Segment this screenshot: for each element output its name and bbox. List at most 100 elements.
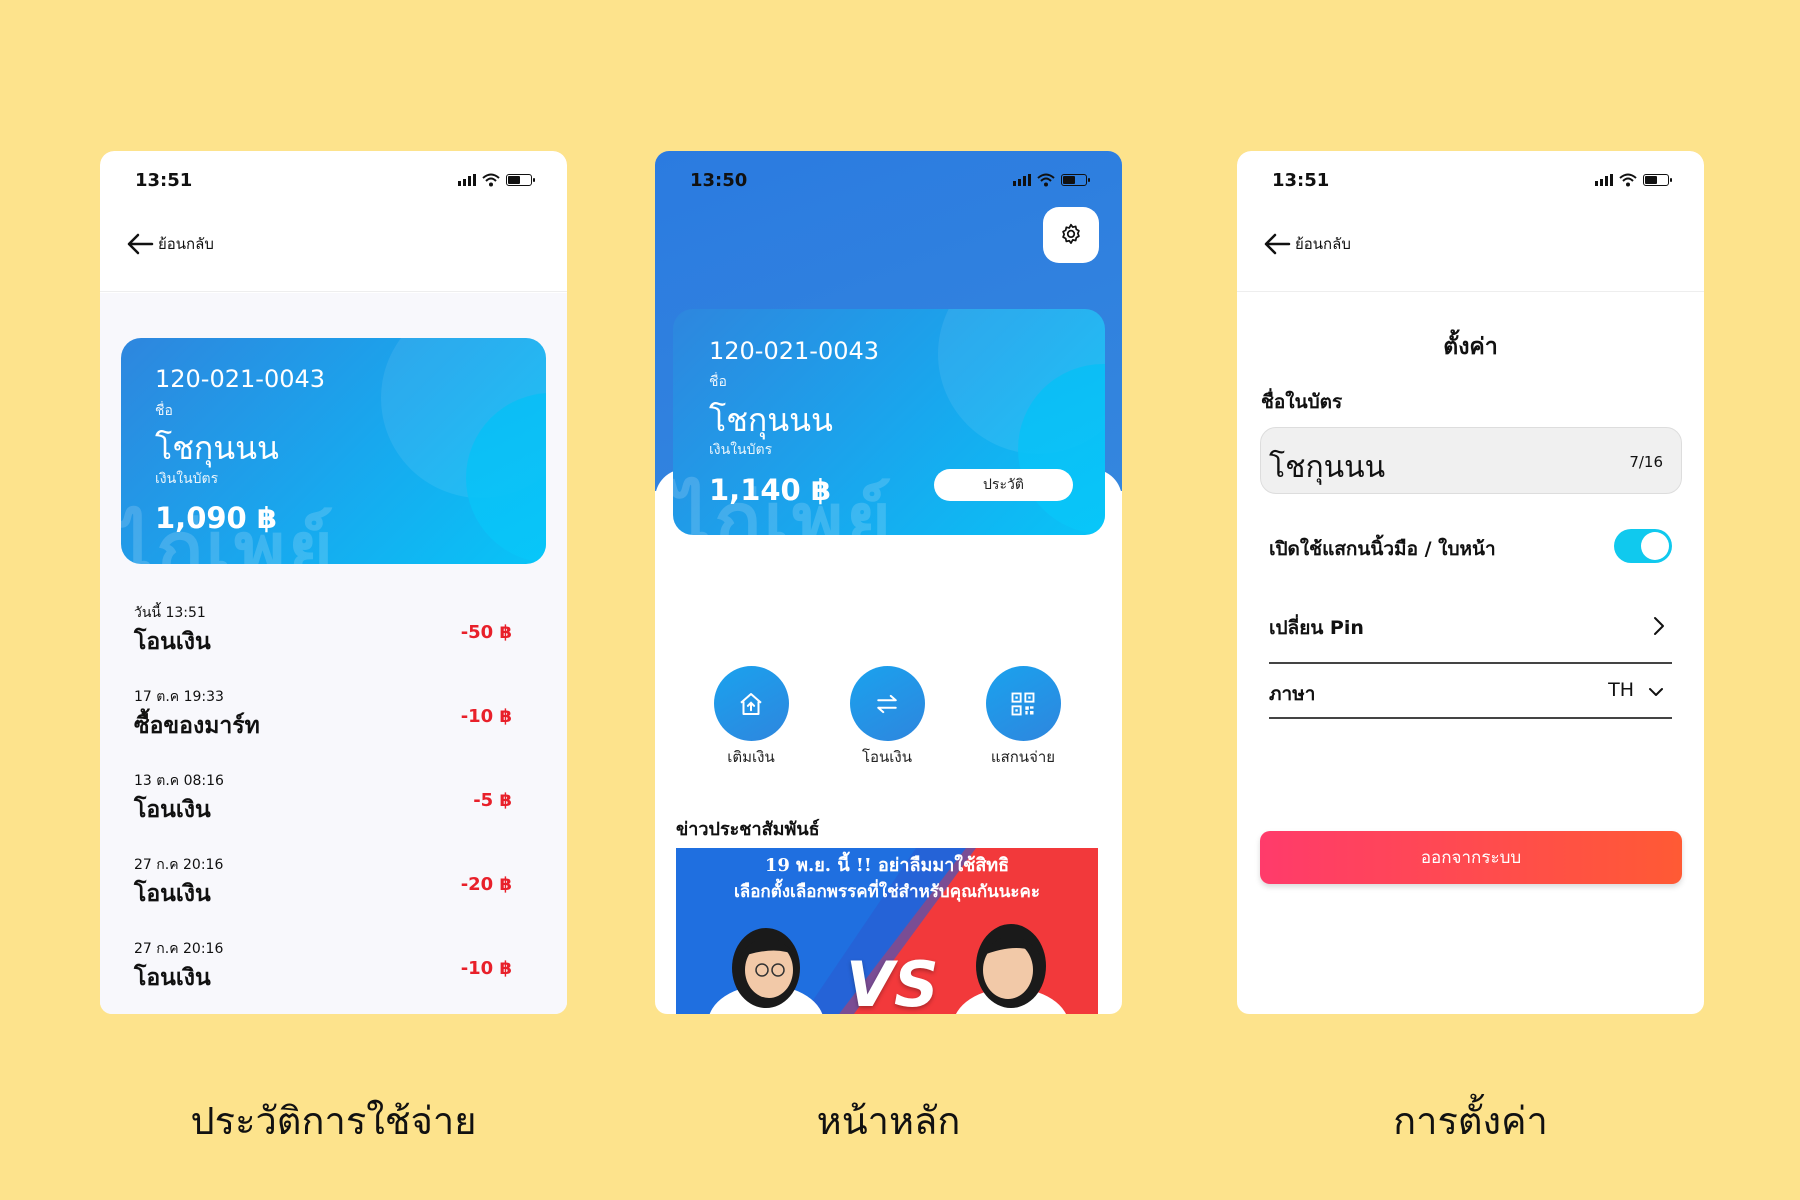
status-bar: 13:51 bbox=[135, 168, 535, 192]
transfer-action[interactable]: โอนเงิน bbox=[842, 666, 932, 769]
account-number: 120-021-0043 bbox=[709, 337, 880, 365]
back-label: ย้อนกลับ bbox=[1295, 235, 1351, 253]
transaction-row[interactable]: 17 ต.ค 19:33 ซื้อของมาร์ท -10 ฿ bbox=[134, 686, 512, 758]
status-time: 13:51 bbox=[1272, 169, 1330, 191]
transfer-label: โอนเงิน bbox=[861, 748, 913, 766]
settings-phone: 13:51 ย้อนกลับ ตั้งค่า ชื่อในบัตร โชกุนน… bbox=[1237, 151, 1704, 1014]
battery-icon bbox=[506, 174, 535, 186]
signal-icon bbox=[1595, 174, 1613, 186]
status-icons bbox=[1013, 173, 1090, 187]
transaction-row[interactable]: วันนี้ 13:51 โอนเงิน -50 ฿ bbox=[134, 602, 512, 674]
change-pin-label: เปลี่ยน Pin bbox=[1269, 617, 1364, 639]
transaction-desc: โอนเงิน bbox=[134, 629, 211, 655]
back-label: ย้อนกลับ bbox=[158, 235, 214, 253]
chevron-down-icon bbox=[1649, 688, 1663, 696]
balance-label: เงินในบัตร bbox=[155, 471, 219, 487]
caption-settings: การตั้งค่า bbox=[1393, 1099, 1548, 1143]
top-nav: ย้อนกลับ bbox=[1237, 199, 1704, 292]
banner-subline: เลือกตั้งเลือกพรรคที่ใช่สำหรับคุณกันนะคะ bbox=[733, 882, 1041, 902]
banner-vs: VS bbox=[846, 948, 939, 1014]
caption-history: ประวัติการใช้จ่าย bbox=[190, 1099, 477, 1143]
balance-card: ไก่เพย์ 120-021-0043 ชื่อ โชกุนนน เงินใน… bbox=[673, 309, 1105, 535]
card-balance: 1,140 ฿ bbox=[709, 473, 832, 507]
chevron-right-icon bbox=[1654, 617, 1664, 635]
home-phone: 13:50 ไก่เพย์ 120-021-0043 ชื่อ โชกุนนน … bbox=[655, 151, 1122, 1014]
balance-card: ไก่เพย์ 120-021-0043 ชื่อ โชกุนนน เงินใน… bbox=[121, 338, 546, 564]
history-button[interactable]: ประวัติ bbox=[934, 469, 1073, 501]
scan-pay-action[interactable]: แสกนจ่าย bbox=[978, 666, 1068, 769]
status-time: 13:51 bbox=[135, 169, 193, 191]
transaction-amount: -20 ฿ bbox=[460, 874, 512, 895]
transaction-amount: -50 ฿ bbox=[460, 622, 512, 643]
scan-pay-label: แสกนจ่าย bbox=[990, 748, 1056, 766]
settings-button[interactable] bbox=[1043, 207, 1099, 263]
name-label: ชื่อ bbox=[155, 403, 173, 419]
transaction-desc: โอนเงิน bbox=[134, 881, 211, 907]
battery-icon bbox=[1061, 174, 1090, 186]
qr-icon bbox=[1011, 692, 1035, 715]
transaction-desc: ซื้อของมาร์ท bbox=[134, 713, 260, 739]
change-pin-row[interactable]: เปลี่ยน Pin bbox=[1269, 613, 1672, 643]
divider bbox=[1269, 662, 1672, 664]
status-time: 13:50 bbox=[690, 169, 748, 191]
balance-label: เงินในบัตร bbox=[709, 442, 773, 458]
signal-icon bbox=[1013, 174, 1031, 186]
divider bbox=[1269, 717, 1672, 719]
gear-icon bbox=[1062, 223, 1080, 244]
home-screen: 13:50 ไก่เพย์ 120-021-0043 ชื่อ โชกุนนน … bbox=[655, 151, 1122, 1014]
language-value: TH bbox=[1608, 679, 1634, 701]
card-name-value: โชกุนนน bbox=[1269, 450, 1386, 485]
wifi-icon bbox=[1619, 173, 1637, 187]
transaction-date: 27 ก.ค 20:16 bbox=[134, 857, 224, 873]
transaction-row[interactable]: 27 ก.ค 20:16 โอนเงิน -10 ฿ bbox=[134, 938, 512, 1010]
status-icons bbox=[1595, 173, 1672, 187]
char-counter: 7/16 bbox=[1629, 453, 1663, 471]
transaction-amount: -5 ฿ bbox=[473, 790, 512, 811]
logout-button[interactable]: ออกจากระบบ bbox=[1260, 831, 1682, 884]
transaction-date: 17 ต.ค 19:33 bbox=[134, 689, 224, 705]
news-banner[interactable]: 19 พ.ย. นี้ !! อย่าลืมมาใช้สิทธิ เลือกตั… bbox=[676, 848, 1098, 1014]
language-label: ภาษา bbox=[1269, 683, 1316, 705]
transfer-icon bbox=[877, 694, 897, 713]
biometric-label: เปิดใช้แสกนนิ้วมือ / ใบหน้า bbox=[1269, 538, 1496, 560]
history-screen: 13:51 ย้อนกลับ ไก่เพย์ 120-021-0043 ชื่อ… bbox=[100, 151, 567, 1014]
biometric-toggle[interactable] bbox=[1614, 529, 1672, 563]
status-icons bbox=[458, 173, 535, 187]
settings-title: ตั้งค่า bbox=[1443, 334, 1498, 360]
transaction-desc: โอนเงิน bbox=[134, 797, 211, 823]
transaction-amount: -10 ฿ bbox=[460, 706, 512, 727]
transaction-date: 27 ก.ค 20:16 bbox=[134, 941, 224, 957]
topup-action[interactable]: เติมเงิน bbox=[706, 666, 796, 769]
account-number: 120-021-0043 bbox=[155, 365, 326, 393]
topup-label: เติมเงิน bbox=[727, 748, 775, 766]
transaction-row[interactable]: 13 ต.ค 08:16 โอนเงิน -5 ฿ bbox=[134, 770, 512, 842]
status-bar: 13:50 bbox=[690, 168, 1090, 192]
back-button[interactable]: ย้อนกลับ bbox=[1263, 232, 1351, 256]
language-row[interactable]: ภาษา TH bbox=[1269, 679, 1672, 709]
history-phone: 13:51 ย้อนกลับ ไก่เพย์ 120-021-0043 ชื่อ… bbox=[100, 151, 567, 1014]
status-bar: 13:51 bbox=[1272, 168, 1672, 192]
caption-home: หน้าหลัก bbox=[816, 1099, 961, 1143]
wifi-icon bbox=[1037, 173, 1055, 187]
transaction-desc: โอนเงิน bbox=[134, 965, 211, 991]
card-balance: 1,090 ฿ bbox=[155, 501, 278, 535]
arrow-left-icon bbox=[1264, 233, 1291, 255]
card-name: โชกุนนน bbox=[155, 429, 279, 467]
transaction-amount: -10 ฿ bbox=[460, 958, 512, 979]
topup-icon bbox=[740, 692, 762, 715]
transaction-date: 13 ต.ค 08:16 bbox=[134, 773, 224, 789]
card-name-label: ชื่อในบัตร bbox=[1261, 391, 1343, 413]
news-title: ข่าวประชาสัมพันธ์ bbox=[676, 819, 820, 840]
transaction-row[interactable]: 27 ก.ค 20:16 โอนเงิน -20 ฿ bbox=[134, 854, 512, 926]
card-name-input[interactable]: โชกุนนน 7/16 bbox=[1260, 427, 1682, 494]
transaction-date: วันนี้ 13:51 bbox=[134, 605, 206, 621]
banner-headline: 19 พ.ย. นี้ !! อย่าลืมมาใช้สิทธิ bbox=[764, 855, 1010, 876]
arrow-left-icon bbox=[127, 233, 154, 255]
signal-icon bbox=[458, 174, 476, 186]
battery-icon bbox=[1643, 174, 1672, 186]
wifi-icon bbox=[482, 173, 500, 187]
name-label: ชื่อ bbox=[709, 374, 727, 390]
top-nav: ย้อนกลับ bbox=[100, 199, 567, 292]
settings-screen: 13:51 ย้อนกลับ ตั้งค่า ชื่อในบัตร โชกุนน… bbox=[1237, 151, 1704, 1014]
back-button[interactable]: ย้อนกลับ bbox=[126, 232, 214, 256]
